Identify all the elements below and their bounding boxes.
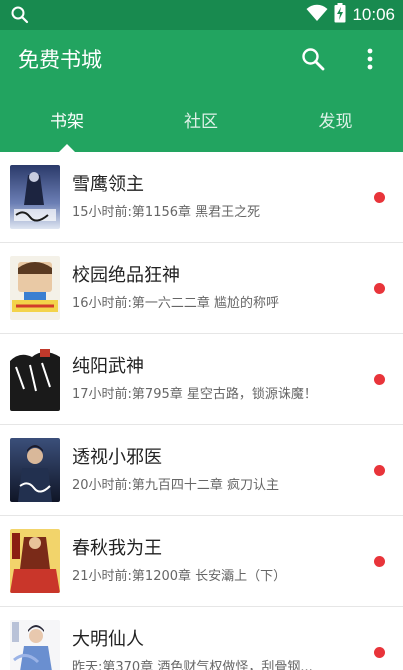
unread-badge	[374, 374, 385, 385]
book-latest-chapter: 16小时前:第一六二二章 尴尬的称呼	[72, 296, 280, 311]
app-title: 免费书城	[18, 48, 102, 72]
book-row[interactable]: 春秋我为王 21小时前:第1200章 长安灞上（下）	[0, 516, 403, 607]
book-cover	[10, 529, 60, 593]
book-cover	[10, 620, 60, 670]
tab-community[interactable]: 社区	[134, 102, 268, 152]
book-cover	[10, 165, 60, 229]
unread-badge	[374, 465, 385, 476]
book-title: 纯阳武神	[72, 356, 144, 377]
book-cover	[10, 347, 60, 411]
status-bar: 10:06	[0, 0, 403, 30]
book-title: 大明仙人	[72, 629, 144, 650]
unread-badge	[374, 283, 385, 294]
book-latest-chapter: 昨天:第370章 酒色财气权做怪，刮骨钢...	[72, 660, 313, 670]
more-options-button[interactable]	[360, 46, 380, 72]
book-row[interactable]: 纯阳武神 17小时前:第795章 星空古路，锁源诛魔！	[0, 334, 403, 425]
unread-badge	[374, 556, 385, 567]
tab-label: 书架	[50, 112, 84, 132]
book-cover	[10, 256, 60, 320]
app-bar: 免费书城 书架 社区 发现	[0, 30, 403, 152]
unread-badge	[374, 192, 385, 203]
battery-charging-icon	[334, 3, 346, 27]
book-row[interactable]: 大明仙人 昨天:第370章 酒色财气权做怪，刮骨钢...	[0, 607, 403, 670]
search-button[interactable]	[300, 46, 326, 72]
book-latest-chapter: 17小时前:第795章 星空古路，锁源诛魔！	[72, 387, 317, 402]
tab-label: 发现	[318, 112, 353, 132]
unread-badge	[374, 647, 385, 658]
wifi-icon	[306, 4, 328, 26]
book-title: 透视小邪医	[72, 447, 162, 468]
bookshelf-list: 雪鹰领主 15小时前:第1156章 黑君王之死 校园绝品狂神 16小时前:第一六…	[0, 152, 403, 670]
book-row[interactable]: 校园绝品狂神 16小时前:第一六二二章 尴尬的称呼	[0, 243, 403, 334]
search-icon	[300, 48, 326, 76]
active-tab-indicator	[59, 144, 75, 152]
clock: 10:06	[352, 5, 395, 24]
book-title: 雪鹰领主	[72, 174, 144, 195]
tab-label: 社区	[184, 112, 218, 132]
more-vert-icon	[360, 48, 380, 76]
book-latest-chapter: 21小时前:第1200章 长安灞上（下）	[72, 569, 287, 584]
tab-bar: 书架 社区 发现	[0, 102, 403, 152]
book-title: 校园绝品狂神	[72, 265, 180, 286]
book-cover	[10, 438, 60, 502]
tab-bookshelf[interactable]: 书架	[0, 102, 134, 152]
book-latest-chapter: 15小时前:第1156章 黑君王之死	[72, 205, 261, 220]
book-title: 春秋我为王	[72, 538, 162, 559]
search-icon	[10, 5, 30, 25]
book-row[interactable]: 透视小邪医 20小时前:第九百四十二章 疯刀认主	[0, 425, 403, 516]
tab-discover[interactable]: 发现	[268, 102, 403, 152]
book-latest-chapter: 20小时前:第九百四十二章 疯刀认主	[72, 478, 280, 493]
book-row[interactable]: 雪鹰领主 15小时前:第1156章 黑君王之死	[0, 152, 403, 243]
